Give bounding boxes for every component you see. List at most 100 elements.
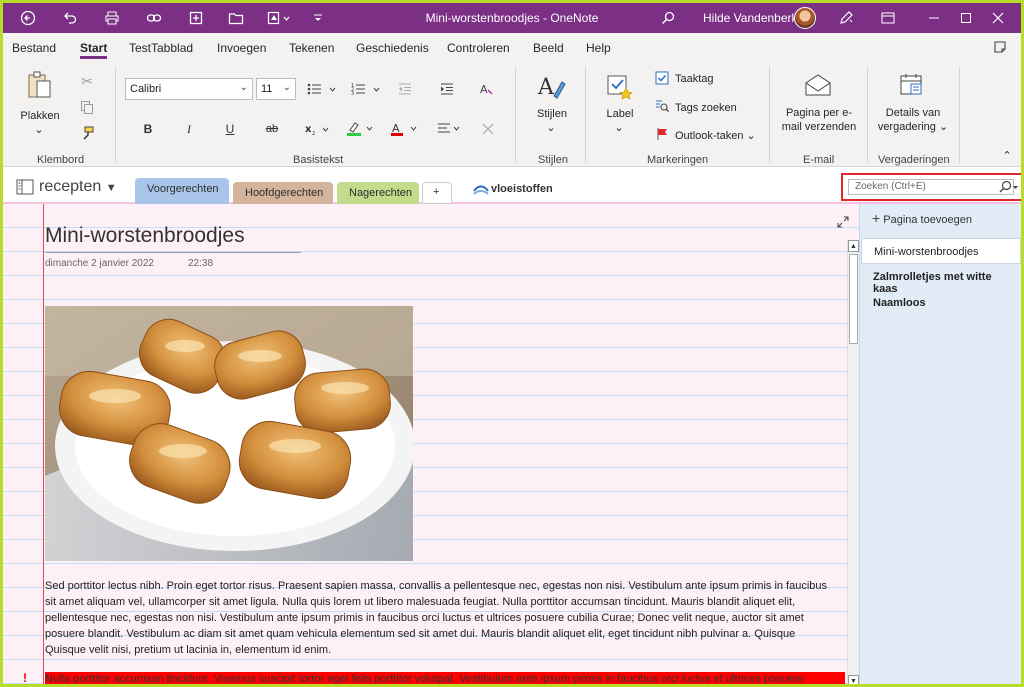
app-window: Mini-worstenbroodjes - OneNote Hilde Van… <box>0 0 1024 687</box>
scroll-up-icon[interactable]: ▲ <box>848 240 859 252</box>
notebook-selector[interactable]: recepten ▼ <box>39 178 117 196</box>
decrease-indent-icon[interactable] <box>395 79 415 99</box>
print-icon[interactable] <box>101 8 123 28</box>
avatar[interactable] <box>794 7 816 29</box>
linked-section-vloeistoffen[interactable]: vloeistoffen <box>485 178 559 200</box>
tab-testtabblad[interactable]: TestTabblad <box>129 41 193 55</box>
paste-icon[interactable] <box>23 69 55 101</box>
add-page-button[interactable]: + Pagina toevoegen <box>872 210 972 226</box>
flag-icon[interactable] <box>655 127 669 141</box>
open-folder-icon[interactable] <box>225 8 247 28</box>
find-tags-icon[interactable] <box>655 99 669 113</box>
notebook-icon[interactable] <box>15 178 35 196</box>
bullet-list-icon[interactable] <box>305 79 339 99</box>
strikethrough-button[interactable]: ab <box>261 118 283 140</box>
italic-button[interactable]: I <box>178 118 200 140</box>
group-label-stijlen: Stijlen <box>538 154 568 166</box>
ribbon-display-icon[interactable] <box>865 3 911 33</box>
checkbox-tag-icon[interactable] <box>655 71 669 85</box>
tab-controleren[interactable]: Controleren <box>447 41 510 55</box>
scrollbar-thumb[interactable] <box>849 254 858 344</box>
label-tag-icon[interactable] <box>605 71 635 103</box>
task-tag-button[interactable]: Taaktag <box>675 72 714 86</box>
back-icon[interactable] <box>17 8 39 28</box>
label-button[interactable]: Label <box>601 107 639 121</box>
delete-icon[interactable] <box>477 118 499 140</box>
search-box[interactable]: Zoeken (Ctrl+E) <box>841 173 1021 201</box>
search-input[interactable]: Zoeken (Ctrl+E) <box>848 179 1014 195</box>
user-name[interactable]: Hilde Vandenberk <box>703 11 798 25</box>
section-tab-voorgerechten[interactable]: Voorgerechten <box>135 178 229 204</box>
bold-button[interactable]: B <box>137 118 159 140</box>
search-icon[interactable] <box>657 8 679 28</box>
active-tab-indicator <box>80 56 107 59</box>
new-page-icon[interactable] <box>185 8 207 28</box>
font-name-select[interactable]: Calibri ⌄ <box>125 78 253 100</box>
svg-text:A: A <box>480 83 488 96</box>
meeting-details-icon[interactable] <box>897 71 927 99</box>
font-color-icon[interactable]: A <box>387 118 421 140</box>
page-scrollbar[interactable]: ▲ ▼ <box>847 240 859 684</box>
undo-icon[interactable] <box>59 8 81 28</box>
paste-dropdown-icon[interactable]: ⌄ <box>33 123 45 137</box>
tab-bestand[interactable]: Bestand <box>12 41 56 55</box>
search-icon[interactable] <box>997 179 1021 195</box>
font-size-select[interactable]: 11 ⌄ <box>256 78 296 100</box>
subscript-icon[interactable]: x2 <box>303 118 333 140</box>
email-page-button[interactable]: Pagina per e- mail verzenden <box>775 106 863 134</box>
label-dropdown-icon[interactable]: ⌄ <box>613 121 625 135</box>
cut-icon[interactable]: ✂ <box>77 71 97 91</box>
tab-help[interactable]: Help <box>586 41 611 55</box>
tab-tekenen[interactable]: Tekenen <box>289 41 334 55</box>
numbered-list-icon[interactable]: 123 <box>349 79 383 99</box>
clear-formatting-icon[interactable]: A <box>477 79 497 99</box>
email-page-label-1: Pagina per e- <box>785 107 853 119</box>
highlighted-paragraph[interactable]: Nulla porttitor accumsan tincidunt. Viva… <box>45 672 845 684</box>
notebook-name: recepten <box>39 178 102 195</box>
page-title[interactable]: Mini-worstenbroodjes <box>45 224 245 248</box>
align-icon[interactable] <box>435 118 465 140</box>
page-item-naamloos[interactable]: Naamloos <box>861 290 1021 316</box>
close-icon[interactable] <box>975 3 1021 33</box>
highlight-color-icon[interactable] <box>343 118 377 140</box>
underline-button[interactable]: U <box>219 118 241 140</box>
page-paragraph[interactable]: Sed porttitor lectus nibh. Proin eget to… <box>45 578 845 658</box>
tab-start[interactable]: Start <box>80 41 107 55</box>
margin-line <box>43 204 44 684</box>
expand-icon[interactable] <box>835 214 851 230</box>
page-canvas[interactable]: Mini-worstenbroodjes dimanche 2 janvier … <box>3 204 859 684</box>
add-section-button[interactable]: + <box>422 182 452 204</box>
increase-indent-icon[interactable] <box>437 79 457 99</box>
format-painter-icon[interactable] <box>77 123 97 143</box>
outlook-tasks-button[interactable]: Outlook-taken ⌄ <box>675 129 756 143</box>
styles-icon[interactable]: A <box>535 71 567 103</box>
collapse-ribbon-icon[interactable]: ⌃ <box>1001 149 1013 163</box>
chevron-down-icon: ⌄ <box>938 121 949 133</box>
page-item-mini-worstenbroodjes[interactable]: Mini-worstenbroodjes <box>861 238 1021 264</box>
styles-dropdown-icon[interactable]: ⌄ <box>545 121 557 135</box>
group-label-basistekst: Basistekst <box>293 154 344 166</box>
section-tab-hoofdgerechten[interactable]: Hoofdgerechten <box>233 182 333 204</box>
styles-button[interactable]: Stijlen <box>531 107 573 121</box>
outlook-tasks-label: Outlook-taken <box>675 130 744 142</box>
tab-beeld[interactable]: Beeld <box>533 41 564 55</box>
section-tab-nagerechten[interactable]: Nagerechten <box>337 182 419 204</box>
sticky-note-icon[interactable] <box>989 37 1011 57</box>
meeting-details-label-2: vergadering <box>877 121 936 133</box>
qat-overflow-icon[interactable] <box>307 8 329 28</box>
food-photo <box>45 306 413 561</box>
scroll-down-icon[interactable]: ▼ <box>848 675 859 684</box>
ribbon-tabs: Bestand Start TestTabblad Invoegen Teken… <box>3 33 1021 61</box>
tab-invoegen[interactable]: Invoegen <box>217 41 266 55</box>
tab-geschiedenis[interactable]: Geschiedenis <box>356 41 429 55</box>
link-icon[interactable] <box>143 8 165 28</box>
title-underline <box>45 252 301 253</box>
customize-icon[interactable] <box>265 8 297 28</box>
email-envelope-icon[interactable] <box>803 71 833 99</box>
page-item-zalmrolletjes[interactable]: Zalmrolletjes met witte kaas <box>861 264 1021 295</box>
find-tags-button[interactable]: Tags zoeken <box>675 101 737 115</box>
paste-button[interactable]: Plakken <box>19 109 61 123</box>
copy-icon[interactable] <box>77 97 97 117</box>
pen-icon[interactable] <box>835 8 857 28</box>
meeting-details-button[interactable]: Details van vergadering ⌄ <box>871 106 955 134</box>
